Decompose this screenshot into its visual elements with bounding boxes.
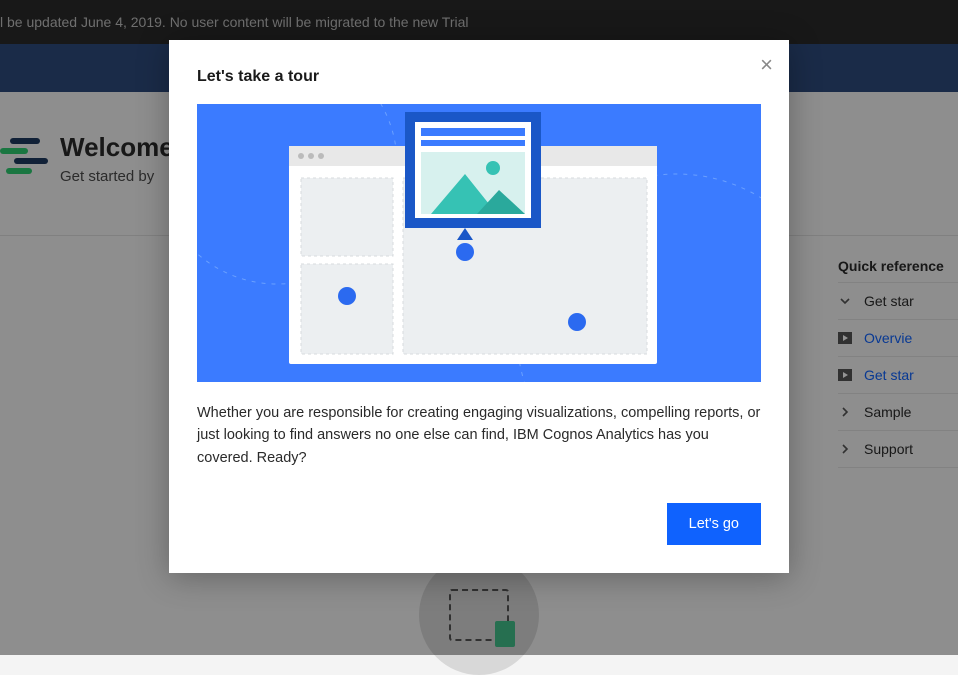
modal-title: Let's take a tour <box>197 68 761 86</box>
close-icon: × <box>760 52 773 77</box>
modal-body-text: Whether you are responsible for creating… <box>197 402 761 469</box>
lets-go-button[interactable]: Let's go <box>667 503 761 545</box>
modal-actions: Let's go <box>197 503 761 545</box>
tour-modal: × Let's take a tour <box>169 40 789 573</box>
modal-hero-illustration <box>197 104 761 382</box>
close-button[interactable]: × <box>760 54 773 76</box>
